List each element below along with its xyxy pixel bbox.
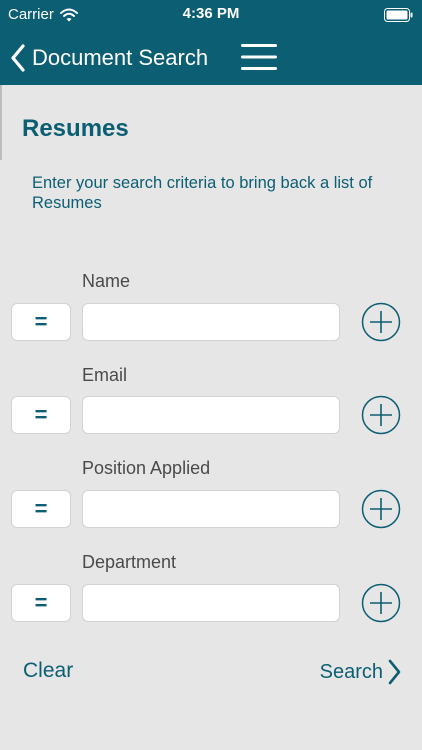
chevron-right-icon xyxy=(388,659,401,685)
search-form: Resumes Enter your search criteria to br… xyxy=(0,85,422,750)
field-label-email: Email xyxy=(82,365,128,385)
plus-circle-icon[interactable] xyxy=(361,583,401,623)
field-label-position-applied: Position Applied xyxy=(82,458,211,478)
page-subtitle: Enter your search criteria to bring back… xyxy=(32,174,373,212)
status-bar: Carrier 4:36 PM xyxy=(0,0,422,30)
plus-circle-icon[interactable] xyxy=(361,395,401,435)
nav-title: Document Search xyxy=(32,44,209,70)
field-label-department: Department xyxy=(82,552,177,572)
operator-button-department[interactable]: = xyxy=(11,584,71,622)
name-input[interactable] xyxy=(82,303,340,341)
plus-circle-icon[interactable] xyxy=(361,302,401,342)
battery-icon xyxy=(384,8,413,22)
search-button[interactable]: Search xyxy=(320,659,401,685)
page-title: Resumes xyxy=(22,115,129,142)
plus-circle-icon[interactable] xyxy=(361,489,401,529)
operator-button-name[interactable]: = xyxy=(11,303,71,341)
search-button-label: Search xyxy=(319,660,383,683)
field-label-name: Name xyxy=(82,271,131,291)
back-button[interactable]: Document Search xyxy=(10,30,208,85)
department-input[interactable] xyxy=(82,584,340,622)
operator-button-position-applied[interactable]: = xyxy=(11,490,71,528)
left-edge-divider xyxy=(0,85,2,160)
clear-button[interactable]: Clear xyxy=(23,659,73,683)
operator-button-email[interactable]: = xyxy=(11,396,71,434)
clock: 4:36 PM xyxy=(182,5,240,22)
nav-bar: Document Search xyxy=(0,30,422,85)
email-input[interactable] xyxy=(82,396,340,434)
position-applied-input[interactable] xyxy=(82,490,340,528)
hamburger-menu-icon[interactable] xyxy=(240,39,278,75)
chevron-left-icon xyxy=(11,43,25,72)
